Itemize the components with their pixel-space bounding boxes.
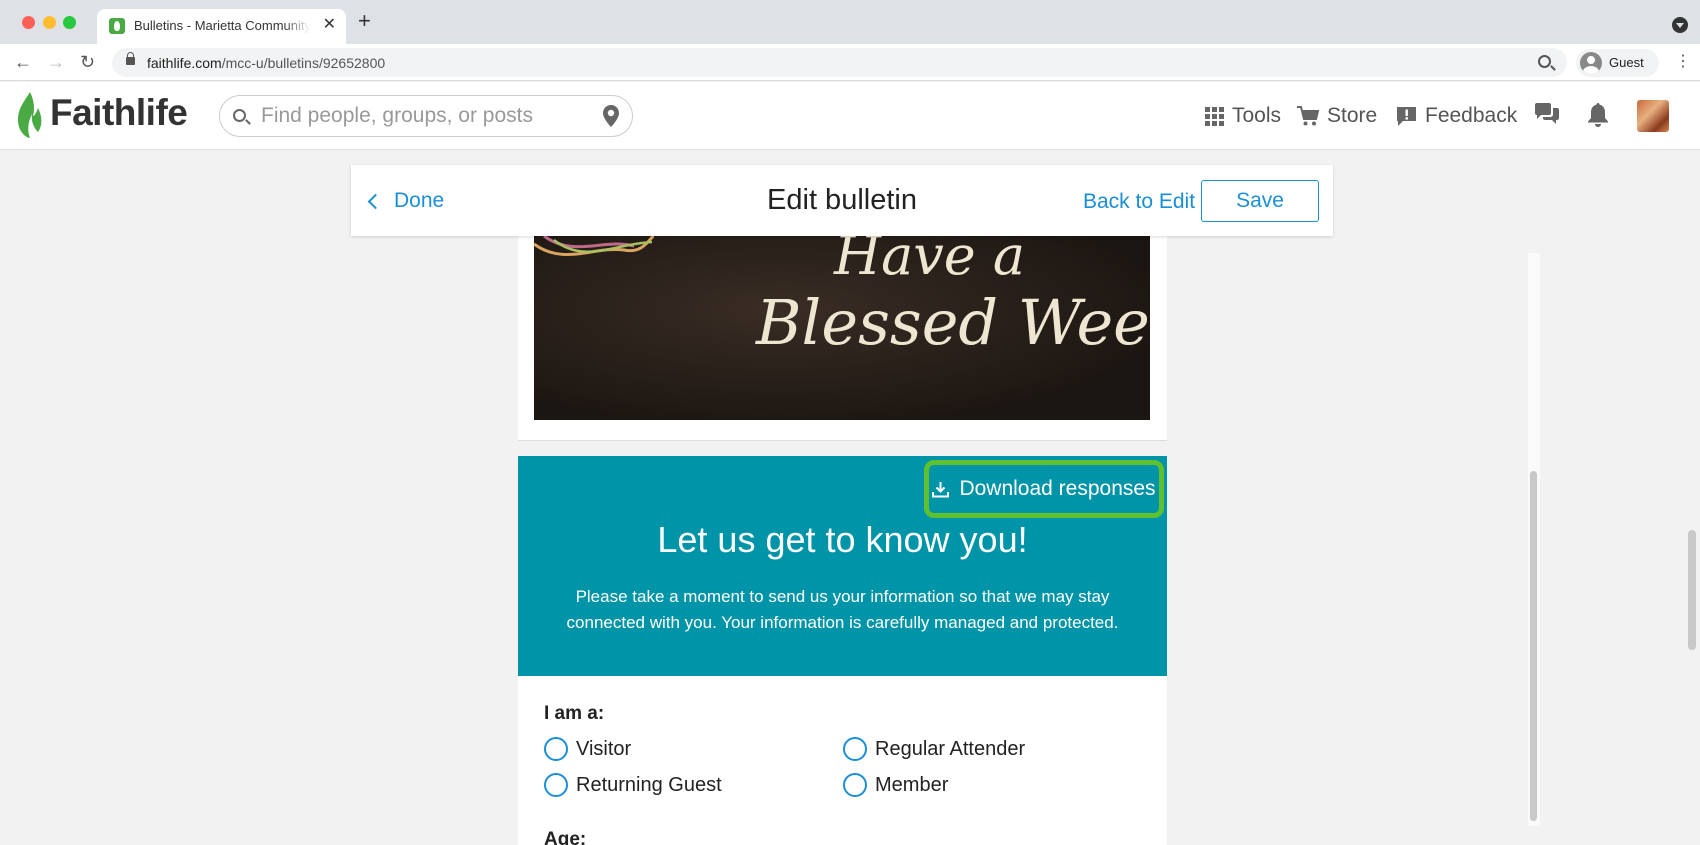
editor-bar: Done Edit bulletin Back to Edit Save [351,165,1333,236]
form-intro-text: Please take a moment to send us your inf… [566,587,1119,632]
tab-search-icon[interactable] [1672,17,1688,33]
zoom-icon[interactable] [1538,55,1551,68]
location-pin-icon[interactable] [602,104,620,128]
address-bar[interactable]: faithlife.com/mcc-u/bulletins/92652800 [112,48,1567,77]
bulletin-scrollbar[interactable] [1528,253,1540,826]
radio-regular-attender[interactable]: Regular Attender [843,737,1025,761]
profile-name: Guest [1609,55,1644,70]
chevron-left-icon [367,193,384,209]
radio-label: Returning Guest [576,773,722,796]
chalk-text-line-2: Blessed Week! [756,286,1150,359]
cart-icon [1297,105,1319,127]
forward-button[interactable]: → [47,51,65,73]
reload-button[interactable]: ↻ [80,51,95,73]
faithlife-favicon-icon [109,18,125,34]
store-link[interactable]: Store [1297,104,1377,128]
feedback-link[interactable]: Feedback [1396,104,1517,128]
user-avatar[interactable] [1637,100,1669,132]
done-button[interactable]: Done [366,189,444,213]
radio-button[interactable] [544,737,568,761]
save-button[interactable]: Save [1201,180,1319,222]
close-window-button[interactable] [22,16,35,29]
url-path: /mcc-u/bulletins/92652800 [221,55,386,71]
browser-menu-icon[interactable]: ⋮ [1675,53,1691,71]
age-label: Age: [544,829,587,845]
done-label: Done [394,189,445,212]
download-responses-button[interactable]: Download responses [924,460,1164,518]
bulletin-scrollbar-thumb[interactable] [1530,471,1537,821]
radio-returning-guest[interactable]: Returning Guest [544,773,722,797]
faithlife-logo-text[interactable]: Faithlife [50,92,188,134]
chalk-text-line-1: Have a [834,236,1026,287]
radio-button[interactable] [544,773,568,797]
faithlife-logo-icon[interactable] [14,90,46,140]
blessed-week-chalkboard-image: Have a Blessed Week! [534,236,1150,420]
bell-icon[interactable] [1587,102,1609,127]
url-domain: faithlife.com [147,55,222,71]
bulletin-image-card: Have a Blessed Week! [518,236,1167,441]
radio-label: Visitor [576,737,632,760]
radio-label: Member [875,773,949,796]
form-heading: Let us get to know you! [657,519,1028,560]
minimize-window-button[interactable] [43,16,56,29]
browser-toolbar: ← → ↻ faithlife.com/mcc-u/bulletins/9265… [0,44,1700,81]
tools-label: Tools [1232,104,1282,127]
browser-tabstrip: Bulletins - Marietta Community ✕ + [0,0,1700,44]
back-to-edit-link[interactable]: Back to Edit [1083,190,1195,214]
new-tab-button[interactable]: + [358,9,371,33]
maximize-window-button[interactable] [63,16,76,29]
feedback-icon [1396,106,1417,127]
form-body: I am a: Visitor Regular Attender Returni… [518,676,1167,845]
radio-button[interactable] [843,773,867,797]
i-am-a-label: I am a: [544,703,605,724]
radio-label: Regular Attender [875,737,1026,760]
site-header: Faithlife Tools Store [0,82,1700,150]
profile-button[interactable]: Guest [1576,49,1659,77]
chalk-swirl-decoration [534,236,654,257]
store-label: Store [1327,104,1378,127]
search-box[interactable] [219,95,633,137]
page-scrollbar-thumb[interactable] [1688,530,1696,650]
url-text[interactable]: faithlife.com/mcc-u/bulletins/92652800 [147,55,385,71]
profile-avatar-icon [1580,52,1602,74]
tab-title: Bulletins - Marietta Community [134,18,310,33]
radio-visitor[interactable]: Visitor [544,737,631,761]
tools-menu[interactable]: Tools [1205,104,1281,128]
radio-button[interactable] [843,737,867,761]
back-button[interactable]: ← [14,51,32,73]
download-icon [932,481,950,498]
search-icon [233,109,246,122]
grid-icon [1205,106,1224,126]
tab-close-icon[interactable]: ✕ [323,16,336,34]
lock-icon[interactable] [126,52,135,65]
radio-member[interactable]: Member [843,773,948,797]
browser-tab[interactable]: Bulletins - Marietta Community ✕ [97,9,346,44]
search-input[interactable] [261,96,601,136]
feedback-label: Feedback [1425,104,1518,127]
download-responses-label: Download responses [959,477,1156,500]
chat-icon[interactable] [1534,102,1560,126]
